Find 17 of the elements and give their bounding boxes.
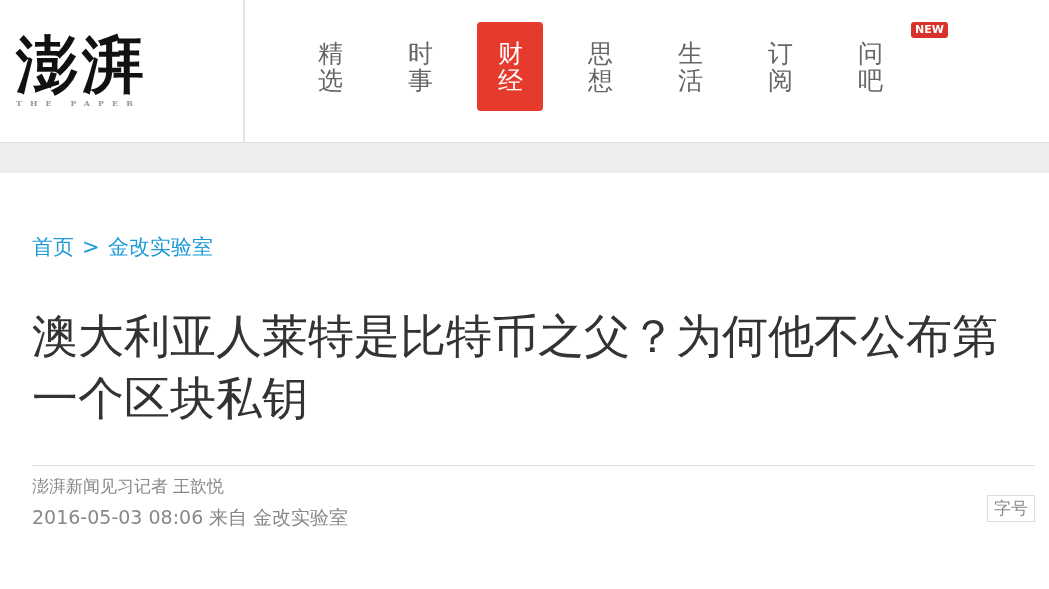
article-author: 澎湃新闻见习记者 王歆悦	[32, 475, 226, 498]
article-title: 澳大利亚人莱特是比特币之父？为何他不公布第一个区块私钥	[32, 308, 999, 427]
nav-tab[interactable]: 时事	[387, 22, 453, 111]
breadcrumb-link[interactable]: 首页	[32, 233, 74, 261]
nav-tab[interactable]: 问吧	[837, 22, 903, 111]
nav-tab[interactable]: 生活	[657, 22, 723, 111]
breadcrumb-separator: >	[82, 235, 100, 259]
logo-tagline: THE PAPER	[16, 98, 141, 108]
article-date-source: 2016-05-03 08:06 来自 金改实验室	[32, 505, 349, 530]
new-badge: NEW	[911, 22, 948, 38]
breadcrumb-link[interactable]: 金改实验室	[107, 233, 213, 261]
nav-tab[interactable]: 订阅	[747, 22, 813, 111]
nav-tab[interactable]: 财经	[477, 22, 543, 111]
logo[interactable]: 澎湃	[16, 34, 148, 96]
nav-tab[interactable]: 思想	[567, 22, 633, 111]
font-size-button[interactable]: 字号	[987, 495, 1035, 522]
nav-tab[interactable]: 精选	[297, 22, 363, 111]
